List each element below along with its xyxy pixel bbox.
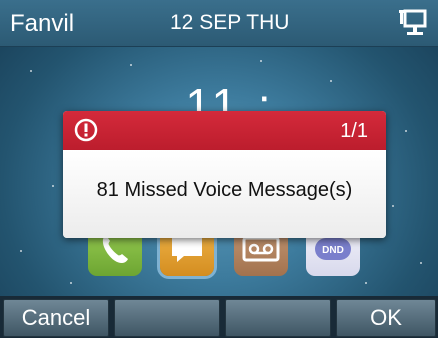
brand-label: Fanvil [10,10,75,37]
softkey-2[interactable] [114,299,220,337]
dnd-label: DND [322,245,344,256]
dialog-message: 81 Missed Voice Message(s) [96,179,353,201]
phone-screen: Fanvil 12 SEP THU 11 : 01 [0,0,438,338]
alert-icon [73,117,99,143]
network-connected-icon [396,8,430,38]
status-bar: Fanvil 12 SEP THU [0,0,438,47]
message-counter: 1/1 [340,120,368,142]
dialog-body: 81 Missed Voice Message(s) [63,150,386,238]
missed-voicemail-dialog: 1/1 81 Missed Voice Message(s) [63,111,386,238]
dialog-header: 1/1 [63,111,386,150]
softkey-3[interactable] [225,299,331,337]
date-label: 12 SEP THU [170,11,290,34]
ok-softkey[interactable]: OK [336,299,436,337]
softkey-bar: Cancel OK [0,296,438,338]
cancel-softkey[interactable]: Cancel [3,299,109,337]
